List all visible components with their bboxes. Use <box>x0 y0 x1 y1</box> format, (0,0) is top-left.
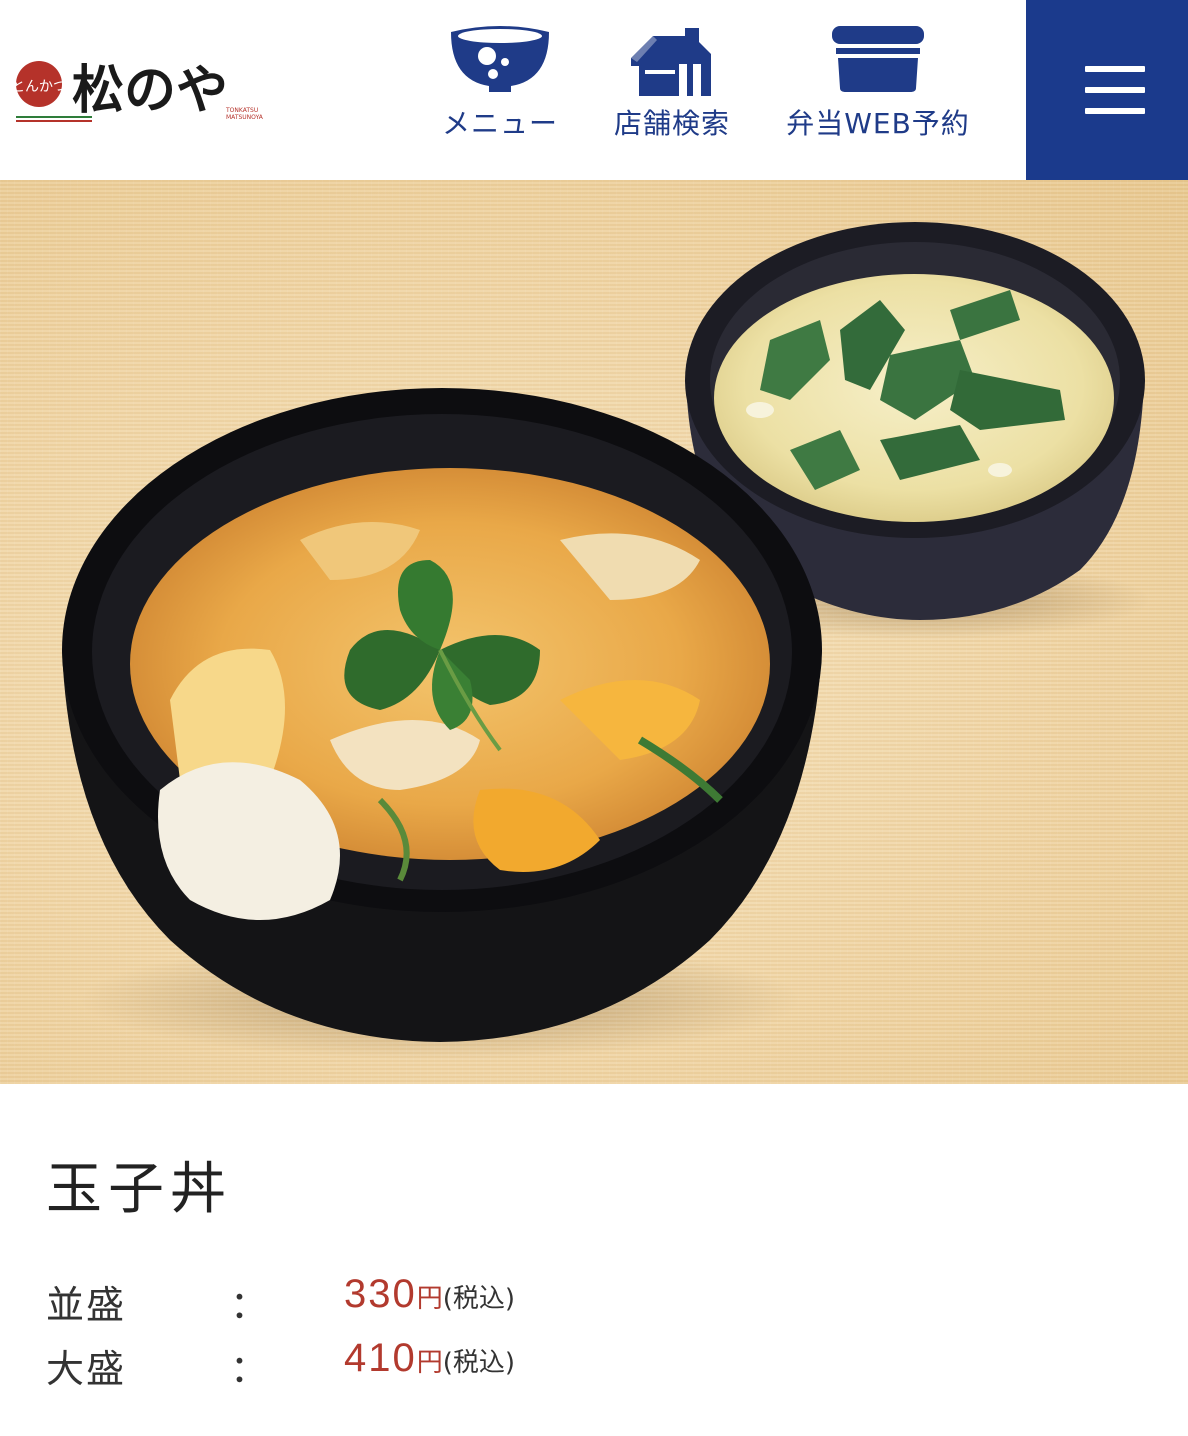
separator: ： <box>230 1347 269 1391</box>
nav-bento-label: 弁当WEB予約 <box>786 107 970 140</box>
nav-store-search[interactable]: 店舗検索 <box>608 24 736 142</box>
bento-box-icon <box>832 26 924 92</box>
tax-note: (税込) <box>442 1284 516 1314</box>
yen-unit: 円 <box>416 1284 443 1314</box>
separator: ： <box>230 1283 269 1327</box>
nav-menu-label: メニュー <box>441 107 558 140</box>
svg-text:松のや: 松のや <box>72 60 228 121</box>
svg-text:とんかつ: とんかつ <box>14 79 67 95</box>
nav-bento-order[interactable]: 弁当WEB予約 <box>780 24 976 142</box>
donburi-bowl <box>62 388 822 1060</box>
price-list: 並盛 ： 330円(税込) 大盛 ： 410円(税込) <box>46 1266 1142 1394</box>
hamburger-menu-button[interactable] <box>1026 0 1188 180</box>
tax-note: (税込) <box>442 1348 516 1378</box>
price-row-regular: 並盛 ： 330円(税込) <box>46 1266 1142 1330</box>
svg-text:MATSUNOYA: MATSUNOYA <box>226 114 264 121</box>
svg-text:TONKATSU: TONKATSU <box>225 107 258 114</box>
site-header: とんかつ 松のや TONKATSU MATSUNOYA メニュー 店舗検索 弁当… <box>0 0 1188 180</box>
price-amount: 330 <box>344 1272 417 1316</box>
price-amount: 410 <box>344 1336 417 1380</box>
product-details: 玉子丼 並盛 ： 330円(税込) 大盛 ： 410円(税込) <box>0 1084 1188 1394</box>
size-label: 大盛 <box>46 1347 127 1391</box>
nav-menu[interactable]: メニュー <box>440 24 560 142</box>
hamburger-menu-icon <box>1085 66 1145 72</box>
yen-unit: 円 <box>416 1348 443 1378</box>
product-title: 玉子丼 <box>46 1157 232 1222</box>
price-row-large: 大盛 ： 410円(税込) <box>46 1330 1142 1394</box>
store-icon <box>631 28 711 96</box>
price-value: 410円(税込) <box>344 1336 515 1381</box>
price-value: 330円(税込) <box>344 1272 515 1317</box>
bowl-icon <box>451 26 549 92</box>
product-photo <box>0 180 1188 1084</box>
nav-store-label: 店舗検索 <box>613 107 730 140</box>
size-label: 並盛 <box>46 1283 127 1327</box>
brand-logo[interactable]: とんかつ 松のや TONKATSU MATSUNOYA <box>14 56 274 126</box>
